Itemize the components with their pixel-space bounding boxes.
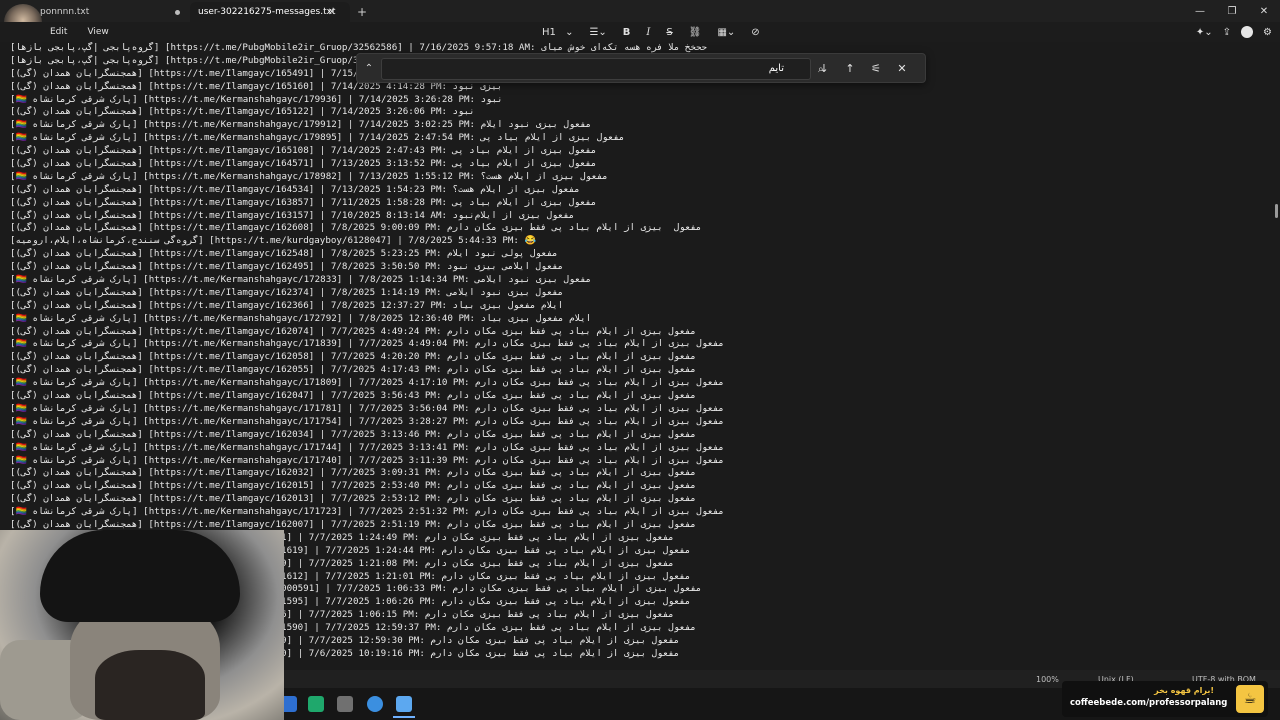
text-line: [همجنسگرایان همدان (گی)] [https://t.me/I… — [10, 480, 696, 492]
right-tools: ✦⌄ ⇪ ⚙ — [1196, 22, 1272, 42]
menu-view[interactable]: View — [77, 27, 118, 37]
tab-label: ponnnn.txt — [40, 7, 90, 17]
text-line: [همجنسگرایان همدان (گی)] [https://t.me/I… — [10, 364, 696, 376]
add-tab-button[interactable]: + — [350, 2, 374, 22]
find-bar: ⌃ ⌕ ↓ ↑ ⚟ ✕ — [356, 53, 926, 83]
text-line: [🏳️‍🌈 پارک شرقی کرمانشاه] [https://t.me/… — [10, 119, 592, 131]
webcam-overlay — [0, 530, 284, 720]
text-line: [🏳️‍🌈 پارک شرقی کرمانشاه] [https://t.me/… — [10, 506, 724, 518]
table-icon[interactable]: ▦⌄ — [711, 27, 741, 38]
text-line: [🏳️‍🌈 پارک شرقی کرمانشاه] [https://t.me/… — [10, 415, 724, 427]
unsaved-dot-icon — [175, 9, 180, 15]
app-icon[interactable] — [337, 696, 353, 712]
webcam-beard — [95, 650, 205, 720]
find-options-icon[interactable]: ⚟ — [863, 62, 889, 75]
strikethrough-button[interactable]: S — [660, 27, 678, 38]
text-line: [همجنسگرایان همدان (گی)] [https://t.me/I… — [10, 196, 597, 208]
text-line: [گروه‌گی سنندج،کرمانشاه،ایلام،ارومیه] [h… — [10, 235, 536, 247]
coffee-title: برام قهوه بخر! — [1154, 686, 1214, 695]
text-line: [🏳️‍🌈 پارک شرقی کرمانشاه] [https://t.me/… — [10, 274, 592, 286]
settings-gear-icon[interactable]: ⚙ — [1263, 27, 1272, 38]
find-input-wrap: ⌕ — [381, 56, 824, 80]
account-avatar[interactable] — [1241, 26, 1254, 38]
menu-bar: Edit View H1 ⌄ ☰⌄ B I S ⛓ ▦⌄ ⊘ ✦⌄ ⇪ ⚙ — [0, 22, 1280, 42]
text-line: [🏳️‍🌈 پارک شرقی کرمانشاه] [https://t.me/… — [10, 402, 724, 414]
search-icon: ⌕ — [818, 64, 824, 76]
scrollbar-thumb[interactable] — [1275, 204, 1278, 218]
minimize-icon[interactable]: — — [1184, 0, 1216, 22]
webcam-cap — [40, 530, 240, 622]
text-line: [همجنسگرایان همدان (گی)] [https://t.me/I… — [10, 493, 696, 505]
find-next-icon[interactable]: ↓ — [811, 62, 837, 75]
text-line: [همجنسگرایان همدان (گی)] [https://t.me/I… — [10, 248, 558, 260]
coffee-cup-icon: ☕ — [1236, 685, 1264, 713]
italic-button[interactable]: I — [640, 27, 656, 38]
xbox-icon[interactable] — [308, 696, 324, 712]
text-line: [🏳️‍🌈 پارک شرقی کرمانشاه] [https://t.me/… — [10, 132, 625, 144]
text-line: [همجنسگرایان همدان (گی)] [https://t.me/I… — [10, 286, 564, 298]
coffee-banner: برام قهوه بخر! coffeebede.com/professorp… — [1062, 681, 1268, 717]
format-toolbar: H1 ⌄ ☰⌄ B I S ⛓ ▦⌄ ⊘ — [530, 22, 766, 42]
text-line: [همجنسگرایان همدان (گی)] [https://t.me/I… — [10, 183, 580, 195]
text-line: [همجنسگرایان همدان (گی)] [https://t.me/I… — [10, 222, 702, 234]
find-previous-icon[interactable]: ↑ — [837, 62, 863, 75]
text-line: [🏳️‍🌈 پارک شرقی کرمانشاه] [https://t.me/… — [10, 454, 724, 466]
text-line: [همجنسگرایان همدان (گی)] [https://t.me/I… — [10, 299, 564, 311]
menu-edit[interactable]: Edit — [40, 27, 77, 37]
text-line: [همجنسگرایان همدان (گی)] [https://t.me/I… — [10, 428, 696, 440]
bold-button[interactable]: B — [617, 27, 637, 38]
maximize-icon[interactable]: ❐ — [1216, 0, 1248, 22]
active-app-indicator — [393, 716, 415, 718]
telegram-icon[interactable] — [367, 696, 383, 712]
text-line: [همجنسگرایان همدان (گی)] [https://t.me/I… — [10, 325, 696, 337]
close-window-icon[interactable]: ✕ — [1248, 0, 1280, 22]
window-controls: — ❐ ✕ — [1184, 0, 1280, 22]
text-line: [🏳️‍🌈 پارک شرقی کرمانشاه] [https://t.me/… — [10, 338, 724, 350]
heading-dropdown[interactable]: H1 ⌄ — [530, 27, 579, 38]
coffee-url: coffeebede.com/professorpalang — [1070, 698, 1228, 708]
list-icon[interactable]: ☰⌄ — [583, 27, 612, 38]
close-find-icon[interactable]: ✕ — [889, 62, 915, 75]
text-line: [🏳️‍🌈 پارک شرقی کرمانشاه] [https://t.me/… — [10, 441, 724, 453]
text-line: [همجنسگرایان همدان (گی)] [https://t.me/I… — [10, 351, 696, 363]
text-line: [همجنسگرایان همدان (گی)] [https://t.me/I… — [10, 390, 696, 402]
link-icon[interactable]: ⛓ — [683, 27, 708, 38]
find-input[interactable] — [381, 57, 811, 80]
zoom-level[interactable]: 100% — [1036, 675, 1059, 684]
clear-format-icon[interactable]: ⊘ — [745, 27, 765, 38]
tab-bar: ponnnn.txt user-302216275-messages.txt ✕… — [0, 0, 1280, 22]
notepad-icon[interactable] — [396, 696, 412, 712]
tab-messages[interactable]: user-302216275-messages.txt ✕ — [190, 2, 350, 22]
close-icon[interactable]: ✕ — [328, 7, 336, 18]
text-line: [همجنسگرایان همدان (گی)] [https://t.me/I… — [10, 106, 475, 118]
tab-label: user-302216275-messages.txt — [198, 7, 336, 17]
copilot-icon[interactable]: ✦⌄ — [1196, 27, 1213, 38]
heading-label: H1 — [542, 26, 556, 38]
text-line: [🏳️‍🌈 پارک شرقی کرمانشاه] [https://t.me/… — [10, 93, 503, 105]
text-line: [همجنسگرایان همدان (گی)] [https://t.me/I… — [10, 158, 597, 170]
text-line: [همجنسگرایان همدان (گی)] [https://t.me/I… — [10, 209, 575, 221]
text-line: [🏳️‍🌈 پارک شرقی کرمانشاه] [https://t.me/… — [10, 377, 724, 389]
text-line: [همجنسگرایان همدان (گی)] [https://t.me/I… — [10, 261, 564, 273]
chevron-up-icon[interactable]: ⌃ — [357, 63, 381, 74]
text-line: [همجنسگرایان همدان (گی)] [https://t.me/I… — [10, 467, 696, 479]
share-icon[interactable]: ⇪ — [1223, 27, 1231, 38]
text-line: [🏳️‍🌈 پارک شرقی کرمانشاه] [https://t.me/… — [10, 170, 608, 182]
text-line: [🏳️‍🌈 پارک شرقی کرمانشاه] [https://t.me/… — [10, 312, 592, 324]
text-line: [همجنسگرایان همدان (گی)] [https://t.me/I… — [10, 145, 597, 157]
